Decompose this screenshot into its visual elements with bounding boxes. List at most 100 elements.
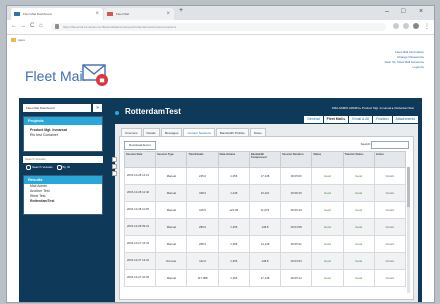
main-panel: Fleet Mail Dashboard » Projects Product … [19, 98, 422, 302]
url-text: https://fleetmail.inmarsat.com/fleetmail… [63, 25, 177, 29]
close-window-button[interactable]: × [419, 8, 423, 15]
table-cell[interactable]: Details [373, 269, 407, 287]
new-tab-button[interactable]: + [179, 7, 183, 14]
column-header[interactable]: Session Duration [280, 151, 313, 168]
breadcrumb[interactable]: FMA ADMIN ADMIN ▸ Product Mgt. Inmarsat … [332, 106, 414, 110]
minimize-button[interactable]: – [385, 8, 389, 15]
column-header[interactable]: Total Emails [186, 151, 219, 168]
table-row[interactable]: 2015-10-27 10:02 Manual 117.088 1,456 17,148… [123, 269, 407, 287]
subtab-general[interactable]: General [304, 116, 323, 123]
table-cell: Manual [155, 235, 188, 253]
url-input[interactable]: https://fleetmail.inmarsat.com/fleetmail… [51, 23, 386, 31]
table-scrollbar[interactable] [407, 167, 410, 293]
table-cell: 10,101 [248, 184, 282, 202]
subtab-position[interactable]: Position [373, 116, 392, 123]
table-cell: 412.0 [186, 252, 219, 270]
table-row[interactable]: 2015-10-28 14:21 Manual 245.0 1,456 17,148 00… [123, 167, 407, 185]
result-item[interactable]: RotterdamTest [24, 199, 102, 204]
back-icon[interactable]: ← [11, 23, 17, 29]
table-cell: Good [342, 269, 375, 287]
profile-icon[interactable] [413, 23, 419, 29]
table-cell[interactable]: Details [373, 184, 407, 202]
table-cell[interactable]: Details [373, 167, 407, 185]
results-header: Results [24, 176, 102, 184]
table-row[interactable]: 2015-10-28 11:05 Manual 415.0 121.38 11,076 0… [123, 201, 407, 219]
scrollbar-thumb[interactable] [407, 167, 410, 207]
subtabs: General Fleet Mail ▸ Email & All Positio… [303, 116, 418, 123]
table-cell: 1,456 [217, 218, 250, 236]
expand-icon[interactable] [112, 157, 117, 162]
table-row[interactable]: 2015-10-28 12:40 Manual 348.0 1,248 10,101 00… [123, 184, 407, 202]
table-row[interactable]: 2015-10-27 13:22 Remote 412.0 1,456 148.8 00:… [123, 252, 407, 270]
table-cell: 289.0 [186, 218, 219, 236]
radio-button[interactable] [56, 164, 62, 170]
close-tab-icon[interactable]: × [166, 8, 170, 20]
radio-button[interactable] [26, 164, 31, 170]
column-header[interactable]: Action [373, 151, 407, 168]
table-cell: 00:08:16 [280, 184, 313, 202]
table-cell: 00:05:12 [280, 269, 313, 287]
home-icon[interactable]: ⌂ [39, 23, 43, 29]
side-controls [112, 157, 117, 178]
subtab-fleet-mail[interactable]: Fleet Mail ▸ [323, 116, 349, 123]
table-cell: Good [311, 269, 344, 287]
column-header[interactable]: Transfer Status [342, 151, 375, 168]
maximize-button[interactable]: □ [401, 8, 405, 15]
bookmarks-bar: Apps [7, 35, 434, 45]
search-radios: Search Vessels By ID [23, 164, 103, 170]
table-cell: 1,248 [217, 184, 250, 202]
tab-label: Fleet Mail Dashboard [23, 12, 52, 16]
extension-icon[interactable] [403, 23, 409, 29]
go-button[interactable]: » [93, 104, 102, 112]
forward-icon[interactable]: → [20, 23, 26, 29]
table-cell: 268.0 [186, 235, 219, 253]
table-cell: 348.0 [186, 184, 219, 202]
table-cell: Good [311, 252, 344, 270]
subtab-attachments[interactable]: Attachments [392, 116, 418, 123]
table-cell[interactable]: Details [373, 218, 407, 236]
browser-tab-fleetmail[interactable]: Fleet Mail × [104, 8, 174, 20]
address-bar: ← → C ⌂ https://fleetmail.inmarsat.com/f… [7, 20, 434, 35]
browser-window: Fleet Mail Dashboard × Fleet Mail × + – … [6, 5, 435, 303]
table-cell: Good [342, 167, 375, 185]
column-header[interactable]: Session Date [123, 151, 157, 168]
browser-tab-dashboard[interactable]: Fleet Mail Dashboard × [11, 8, 103, 20]
table-cell: 2015-10-27 10:02 [123, 269, 157, 287]
column-header[interactable]: Status [311, 151, 344, 168]
menu-icon[interactable]: ⋮ [424, 23, 430, 30]
download-excel-button[interactable]: Download Excel [124, 141, 156, 150]
dashboard-select[interactable]: Fleet Mail Dashboard [23, 104, 91, 112]
table-cell[interactable]: Details [373, 235, 407, 253]
favicon-icon [107, 12, 113, 16]
close-tab-icon[interactable]: × [95, 8, 99, 20]
lock-icon [55, 24, 59, 29]
table-cell: Good [342, 184, 375, 202]
table-cell: 11,076 [248, 201, 282, 219]
logout-link[interactable]: Logout ▸ [385, 65, 424, 70]
logo-text: Fleet Mail [25, 68, 86, 84]
table-row[interactable]: 2015-10-27 16:43 Manual 268.0 1,456 14,148 00… [123, 235, 407, 253]
column-header[interactable]: Bandwidth Compressed [248, 151, 282, 168]
refresh-icon[interactable] [112, 171, 117, 176]
projects-header: Projects [24, 117, 102, 125]
table-search-input[interactable] [371, 141, 409, 149]
table-cell: 1,456 [217, 235, 250, 253]
table-cell[interactable]: Details [373, 201, 407, 219]
table-cell[interactable]: Details [373, 252, 407, 270]
project-item[interactable]: Rtv test Container [24, 133, 102, 138]
table-row[interactable]: 2015-10-28 09:31 Manual 289.0 1,456 148.8 00:… [123, 218, 407, 236]
table-cell: 121.38 [217, 201, 250, 219]
subtab-email[interactable]: Email & All [349, 116, 373, 123]
column-header[interactable]: Data Volume [217, 151, 250, 168]
collapse-icon[interactable] [112, 164, 117, 169]
column-header[interactable]: Session Type [155, 151, 188, 168]
table-cell: Good [342, 252, 375, 270]
table-cell: 2015-10-27 13:22 [123, 252, 157, 270]
extension-icon[interactable] [393, 23, 399, 29]
reload-icon[interactable]: C [30, 23, 34, 29]
vessel-search-input[interactable]: Search Vessels [23, 156, 103, 163]
bookmark-apps[interactable]: Apps [11, 37, 25, 43]
sessions-panel: Download Excel Search: Session Date Sessi… [112, 136, 414, 300]
table-cell: Manual [155, 201, 188, 219]
favicon-icon [14, 12, 20, 16]
